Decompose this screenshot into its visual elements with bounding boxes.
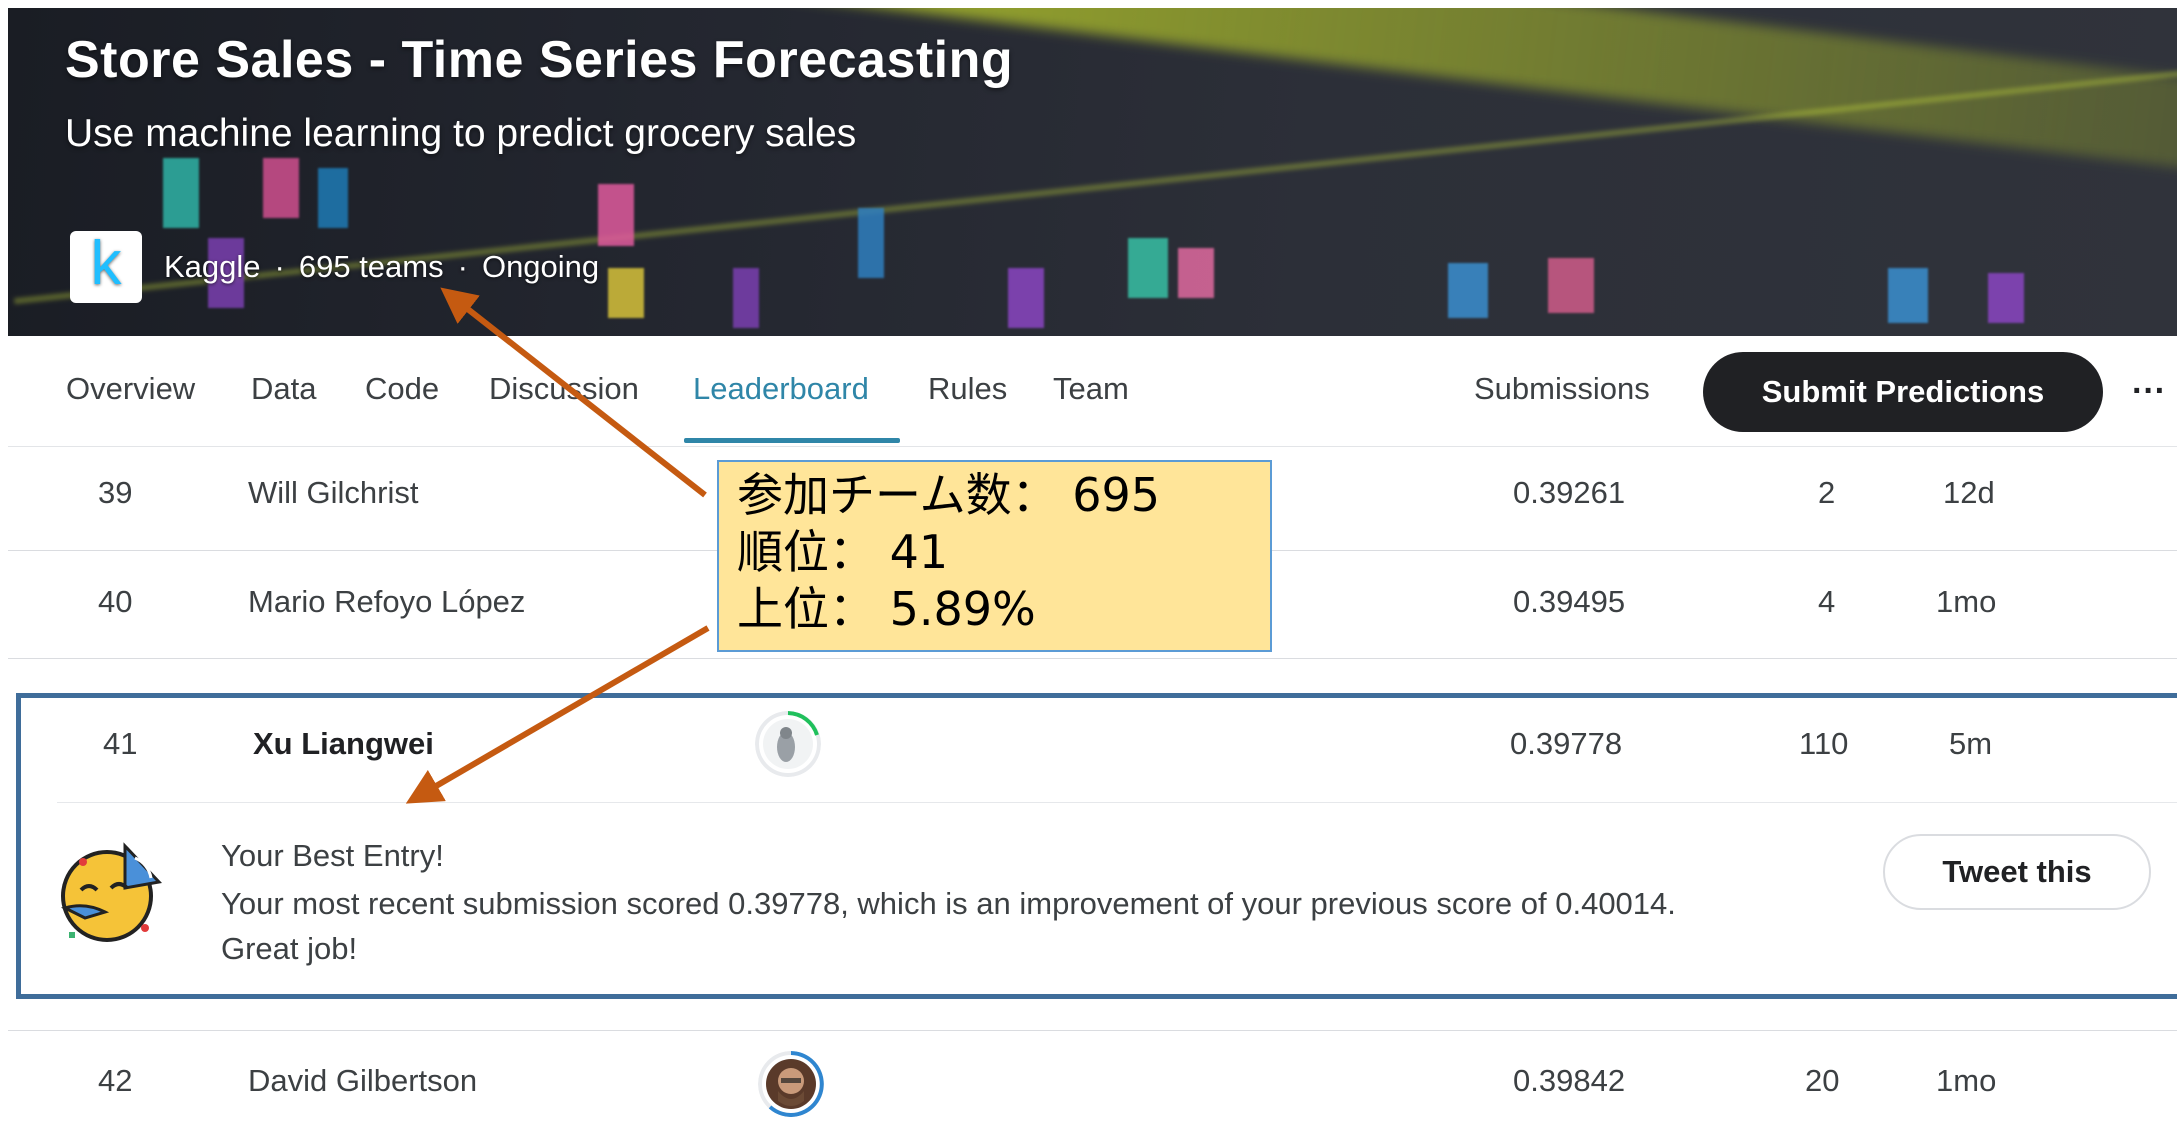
row-last-submission: 1mo	[1936, 1063, 1997, 1098]
callout-rank: 順位： 41	[737, 525, 949, 579]
row-last-submission: 1mo	[1936, 584, 1997, 619]
meta-separator: ·	[274, 249, 285, 284]
competition-tabs: Overview Data Code Discussion Leaderboar…	[8, 336, 2177, 447]
competition-status: Ongoing	[481, 249, 600, 284]
tab-code[interactable]: Code	[365, 371, 439, 407]
row-team-name[interactable]: Mario Refoyo López	[248, 584, 525, 620]
teams-count: 695 teams	[298, 249, 444, 284]
header-bg-block	[1988, 273, 2024, 323]
row-entries: 4	[1818, 584, 1836, 619]
row-team-name[interactable]: Xu Liangwei	[253, 726, 434, 762]
header-bg-block	[598, 184, 634, 246]
row-last-submission: 5m	[1949, 726, 1993, 761]
header-bg-block	[1548, 258, 1594, 313]
competition-subtitle: Use machine learning to predict grocery …	[65, 112, 857, 155]
tab-discussion[interactable]: Discussion	[489, 371, 639, 407]
row-score: 0.39495	[1513, 584, 1626, 619]
best-entry-title: Your Best Entry!	[221, 838, 444, 873]
tab-team[interactable]: Team	[1053, 371, 1129, 407]
header-bg-block	[1128, 238, 1168, 298]
row-rank: 40	[98, 584, 133, 619]
header-bg-block	[1008, 268, 1044, 328]
divider	[57, 802, 2177, 803]
best-entry-message: Your most recent submission scored 0.397…	[221, 886, 1676, 966]
row-rank: 39	[98, 475, 133, 510]
header-bg-block	[1448, 263, 1488, 318]
tab-overview[interactable]: Overview	[66, 371, 195, 407]
leaderboard-row: 42 David Gilbertson 0.39842 20 1mo	[8, 1030, 2177, 1135]
header-bg-block	[163, 158, 199, 228]
annotation-callout: 参加チーム数： 695 順位： 41 上位： 5.89%	[717, 460, 1272, 652]
row-entries: 20	[1805, 1063, 1840, 1098]
header-bg-block	[1888, 268, 1928, 323]
row-score: 0.39261	[1513, 475, 1626, 510]
row-team-name[interactable]: David Gilbertson	[248, 1063, 477, 1099]
party-face-icon	[60, 842, 163, 942]
tab-data[interactable]: Data	[251, 371, 316, 407]
row-last-submission: 12d	[1943, 475, 1995, 510]
header-bg-block	[263, 158, 299, 218]
kaggle-logo-letter: k	[90, 229, 122, 298]
header-bg-block	[608, 268, 644, 318]
more-options-icon[interactable]: ···	[2124, 366, 2174, 416]
header-bg-block	[733, 268, 759, 328]
row-team-name[interactable]: Will Gilchrist	[248, 475, 419, 511]
team-avatar[interactable]	[755, 711, 821, 777]
row-score: 0.39842	[1513, 1063, 1626, 1098]
competition-meta: k Kaggle · 695 teams · Ongoing	[70, 230, 599, 304]
header-bg-block	[858, 208, 884, 278]
meta-separator: ·	[457, 249, 468, 284]
header-bg-block	[1178, 248, 1214, 298]
team-avatar[interactable]	[758, 1051, 824, 1117]
host-name[interactable]: Kaggle	[164, 249, 261, 285]
tweet-this-button[interactable]: Tweet this	[1883, 834, 2151, 910]
row-entries: 110	[1799, 726, 1849, 761]
row-rank: 41	[103, 726, 138, 761]
my-entry-highlight: 41 Xu Liangwei 0.39778 110 5m Your Best …	[16, 693, 2177, 999]
tab-rules[interactable]: Rules	[928, 371, 1007, 407]
competition-title: Store Sales - Time Series Forecasting	[65, 31, 1014, 89]
submit-predictions-button[interactable]: Submit Predictions	[1703, 352, 2103, 432]
active-tab-indicator	[684, 438, 900, 443]
tab-leaderboard[interactable]: Leaderboard	[693, 371, 869, 407]
submissions-link[interactable]: Submissions	[1474, 371, 1650, 407]
row-score: 0.39778	[1510, 726, 1623, 761]
competition-header: Store Sales - Time Series Forecasting Us…	[8, 8, 2177, 336]
row-rank: 42	[98, 1063, 133, 1098]
callout-top-percent: 上位： 5.89%	[737, 582, 1036, 636]
kaggle-logo-icon[interactable]: k	[70, 231, 142, 303]
callout-teams: 参加チーム数： 695	[737, 468, 1161, 522]
row-entries: 2	[1818, 475, 1836, 510]
header-bg-block	[318, 168, 348, 228]
